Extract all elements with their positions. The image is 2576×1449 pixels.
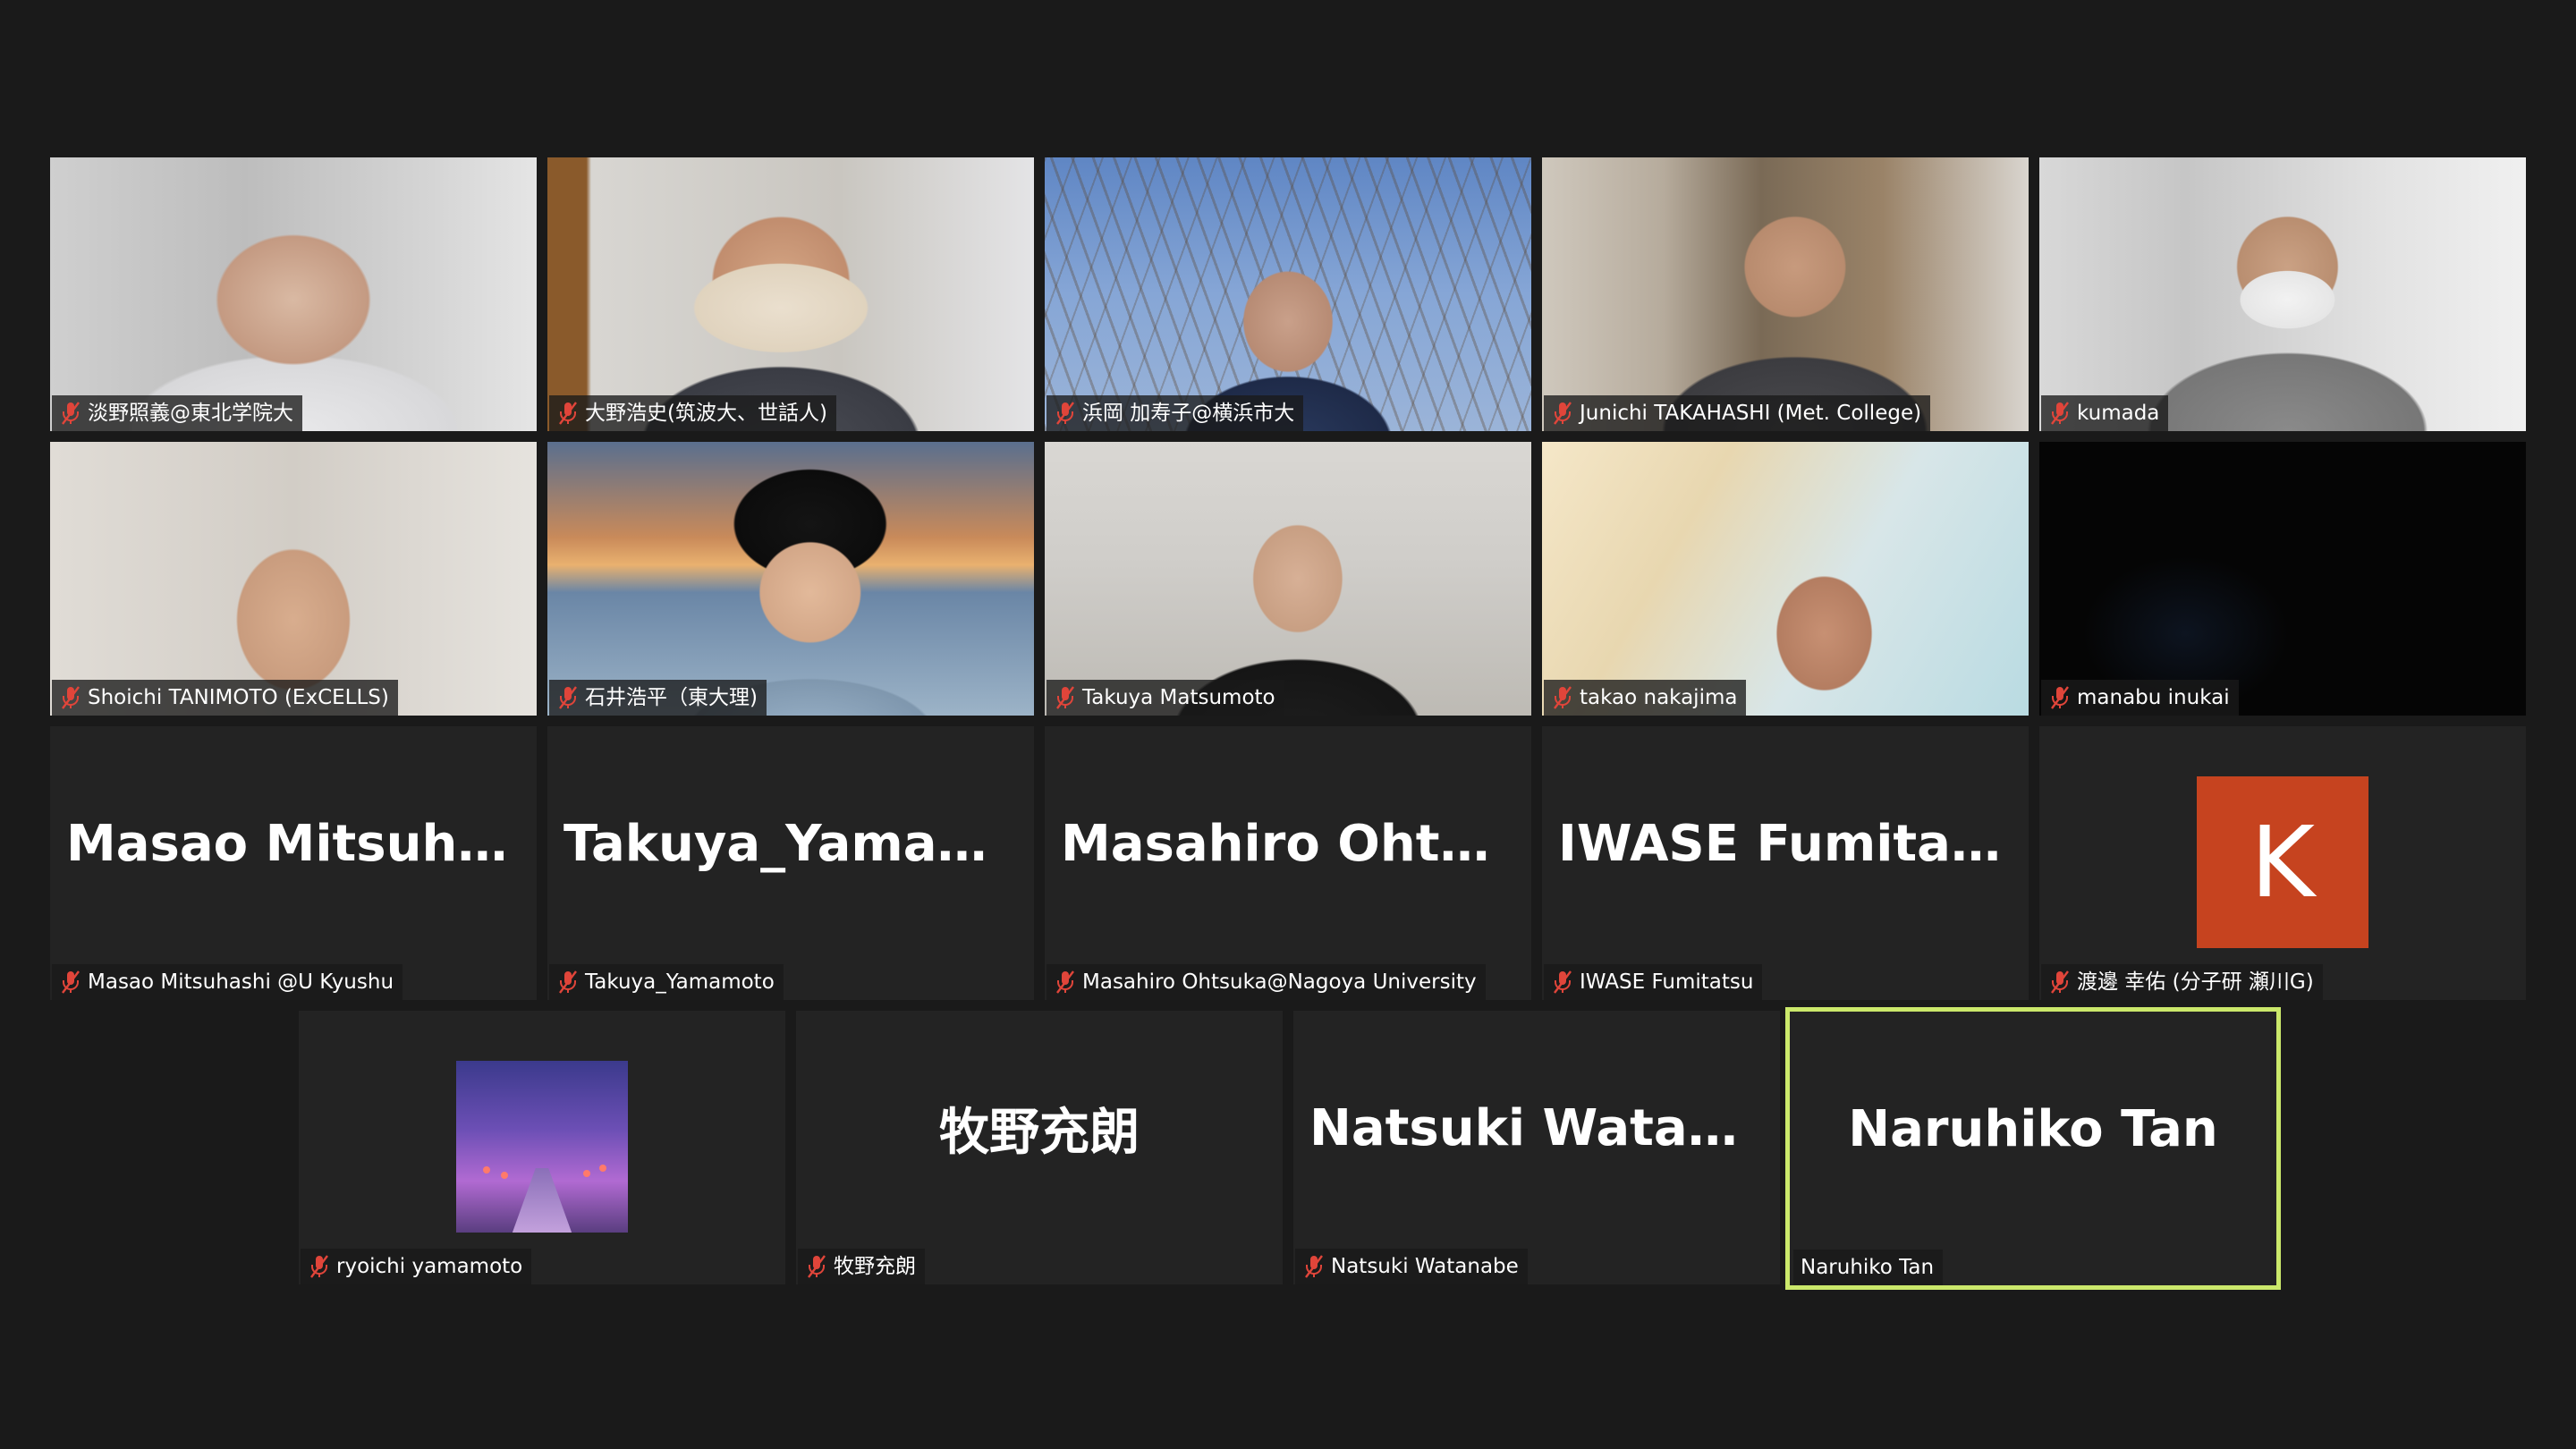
- mic-muted-icon: [556, 969, 580, 996]
- participant-display-name: Masao Mitsuhas...: [66, 814, 521, 873]
- mic-muted-icon: [1054, 684, 1077, 711]
- participant-name: Naruhiko Tan: [1801, 1256, 1935, 1279]
- participant-video: [1542, 157, 2029, 431]
- participant-tile[interactable]: Takuya Matsumoto: [1045, 442, 1531, 716]
- participant-name-tag: 大野浩史(筑波大、世話人): [549, 395, 836, 431]
- participant-name-tag: 浜岡 加寿子@横浜市大: [1046, 395, 1304, 431]
- participant-video: [50, 442, 537, 716]
- participant-name: Shoichi TANIMOTO (ExCELLS): [88, 686, 389, 709]
- participant-name: 石井浩平（東大理): [585, 686, 758, 709]
- participant-name: 牧野充朗: [834, 1255, 916, 1278]
- participant-display-name: Natsuki Watanabe: [1309, 1098, 1764, 1157]
- participant-tile[interactable]: 大野浩史(筑波大、世話人): [547, 157, 1034, 431]
- participant-name-tag: 淡野照義@東北学院大: [52, 395, 302, 431]
- participant-name: 渡邊 幸佑 (分子研 瀬川G): [2077, 970, 2314, 994]
- participant-name: kumada: [2077, 402, 2160, 425]
- participant-name: Junichi TAKAHASHI (Met. College): [1580, 402, 1922, 425]
- participant-tile[interactable]: manabu inukai: [2039, 442, 2526, 716]
- participant-name-tag: 石井浩平（東大理): [549, 680, 767, 716]
- participant-name-tag: Natsuki Watanabe: [1295, 1249, 1528, 1284]
- participant-display-name: Takuya_Yamamoto: [564, 814, 1018, 873]
- participant-tile[interactable]: Takuya_Yamamoto Takuya_Yamamoto: [547, 726, 1034, 1000]
- participant-name: manabu inukai: [2077, 686, 2230, 709]
- participant-tile[interactable]: 牧野充朗 牧野充朗: [796, 1011, 1283, 1284]
- mic-muted-icon: [805, 1253, 828, 1280]
- participant-name: Masao Mitsuhashi @U Kyushu: [88, 970, 394, 994]
- participant-tile[interactable]: Shoichi TANIMOTO (ExCELLS): [50, 442, 537, 716]
- participant-tile[interactable]: 浜岡 加寿子@横浜市大: [1045, 157, 1531, 431]
- video-gallery: 淡野照義@東北学院大 大野浩史(筑波大、世話人) 浜岡 加寿子@横浜市大 Jun…: [0, 0, 2576, 1449]
- mic-muted-icon: [1551, 684, 1574, 711]
- participant-name: Natsuki Watanabe: [1331, 1255, 1519, 1278]
- mic-muted-icon: [1551, 969, 1574, 996]
- participant-display-name: 牧野充朗: [939, 1103, 1140, 1162]
- mic-muted-icon: [59, 969, 82, 996]
- avatar-letter: K: [2197, 776, 2368, 948]
- participant-display-name: Masahiro Ohtsu...: [1061, 814, 1515, 873]
- participant-name: IWASE Fumitatsu: [1580, 970, 1754, 994]
- participant-display-name: Naruhiko Tan: [1848, 1099, 2218, 1158]
- participant-name-tag: takao nakajima: [1544, 680, 1747, 716]
- participant-tile[interactable]: Masao Mitsuhas... Masao Mitsuhashi @U Ky…: [50, 726, 537, 1000]
- participant-name: 浜岡 加寿子@横浜市大: [1082, 402, 1295, 425]
- participant-name-tag: ryoichi yamamoto: [301, 1249, 532, 1284]
- participant-name-tag: 渡邊 幸佑 (分子研 瀬川G): [2041, 964, 2323, 1000]
- mic-muted-icon: [59, 400, 82, 427]
- participant-name: ryoichi yamamoto: [336, 1255, 523, 1278]
- participant-video: [1045, 442, 1531, 716]
- mic-muted-icon: [2048, 969, 2072, 996]
- participant-video: [1542, 442, 2029, 716]
- participant-name-tag: Junichi TAKAHASHI (Met. College): [1544, 395, 1931, 431]
- participant-tile[interactable]: takao nakajima: [1542, 442, 2029, 716]
- participant-name: takao nakajima: [1580, 686, 1738, 709]
- participant-tile[interactable]: Natsuki Watanabe Natsuki Watanabe: [1293, 1011, 1780, 1284]
- participant-name-tag: kumada: [2041, 395, 2169, 431]
- mic-muted-icon: [1302, 1253, 1326, 1280]
- participant-display-name: IWASE Fumitatsu: [1558, 814, 2012, 873]
- participant-video: [547, 442, 1034, 716]
- participant-name: Masahiro Ohtsuka@Nagoya University: [1082, 970, 1477, 994]
- participant-tile[interactable]: 淡野照義@東北学院大: [50, 157, 537, 431]
- participant-tile[interactable]: Masahiro Ohtsu... Masahiro Ohtsuka@Nagoy…: [1045, 726, 1531, 1000]
- mic-muted-icon: [1054, 400, 1077, 427]
- participant-name-tag: 牧野充朗: [798, 1249, 925, 1284]
- participant-name: Takuya_Yamamoto: [585, 970, 775, 994]
- mic-muted-icon: [556, 684, 580, 711]
- participant-video: [2039, 157, 2526, 431]
- mic-muted-icon: [1551, 400, 1574, 427]
- participant-tile[interactable]: IWASE Fumitatsu IWASE Fumitatsu: [1542, 726, 2029, 1000]
- participant-name-tag: Takuya Matsumoto: [1046, 680, 1284, 716]
- participant-tile-active-speaker[interactable]: Naruhiko Tan Naruhiko Tan: [1785, 1007, 2281, 1290]
- participant-name-tag: Shoichi TANIMOTO (ExCELLS): [52, 680, 398, 716]
- participant-name: 大野浩史(筑波大、世話人): [585, 402, 827, 425]
- participant-name-tag: Masahiro Ohtsuka@Nagoya University: [1046, 964, 1486, 1000]
- participant-tile[interactable]: 石井浩平（東大理): [547, 442, 1034, 716]
- participant-tile[interactable]: Junichi TAKAHASHI (Met. College): [1542, 157, 2029, 431]
- participant-name-tag: manabu inukai: [2041, 680, 2239, 716]
- mic-muted-icon: [556, 400, 580, 427]
- participant-name: 淡野照義@東北学院大: [88, 402, 293, 425]
- participant-tile[interactable]: K 渡邊 幸佑 (分子研 瀬川G): [2039, 726, 2526, 1000]
- participant-video: [547, 157, 1034, 431]
- mic-muted-icon: [59, 684, 82, 711]
- participant-name-tag: Takuya_Yamamoto: [549, 964, 784, 1000]
- participant-name: Takuya Matsumoto: [1082, 686, 1275, 709]
- participant-video: [50, 157, 537, 431]
- mic-muted-icon: [1054, 969, 1077, 996]
- participant-video: [2039, 442, 2526, 716]
- participant-tile[interactable]: kumada: [2039, 157, 2526, 431]
- participant-tile[interactable]: ryoichi yamamoto: [299, 1011, 785, 1284]
- participant-name-tag: IWASE Fumitatsu: [1544, 964, 1763, 1000]
- mic-muted-icon: [2048, 684, 2072, 711]
- participant-video: [1045, 157, 1531, 431]
- mic-muted-icon: [308, 1253, 331, 1280]
- participant-name-tag: Masao Mitsuhashi @U Kyushu: [52, 964, 403, 1000]
- avatar-photo: [456, 1061, 628, 1233]
- mic-muted-icon: [2048, 400, 2072, 427]
- participant-name-tag: Naruhiko Tan: [1793, 1250, 1944, 1285]
